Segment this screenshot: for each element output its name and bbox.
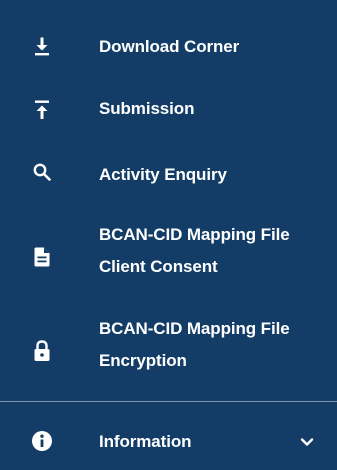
sidebar-item-download-corner[interactable]: Download Corner: [0, 28, 337, 66]
sidebar-item-label-line1: BCAN-CID Mapping File: [99, 319, 290, 338]
download-icon: [31, 36, 53, 58]
sidebar-item-label-line2: Client Consent: [99, 257, 218, 276]
sidebar-item-client-consent[interactable]: BCAN-CID Mapping File Client Consent: [0, 218, 337, 284]
upload-icon: [31, 98, 53, 120]
info-icon: [31, 430, 53, 452]
sidebar-item-activity-enquiry[interactable]: Activity Enquiry: [0, 156, 337, 194]
sidebar-divider: [0, 401, 337, 402]
chevron-down-icon[interactable]: [298, 433, 316, 451]
sidebar-item-label: Activity Enquiry: [99, 165, 227, 184]
sidebar-item-label-line1: BCAN-CID Mapping File: [99, 225, 290, 244]
sidebar-item-label: Submission: [99, 99, 195, 118]
lock-icon: [31, 340, 53, 362]
sidebar-item-encryption[interactable]: BCAN-CID Mapping File Encryption: [0, 312, 337, 378]
sidebar-nav: Download Corner Submission Activity Enqu…: [0, 0, 337, 470]
document-icon: [31, 246, 53, 268]
sidebar-item-submission[interactable]: Submission: [0, 90, 337, 128]
sidebar-item-information[interactable]: Information: [0, 424, 337, 462]
sidebar-item-label: Information: [99, 432, 192, 451]
sidebar-item-label-line2: Encryption: [99, 351, 187, 370]
search-icon: [31, 161, 53, 183]
sidebar-item-label: Download Corner: [99, 37, 240, 56]
